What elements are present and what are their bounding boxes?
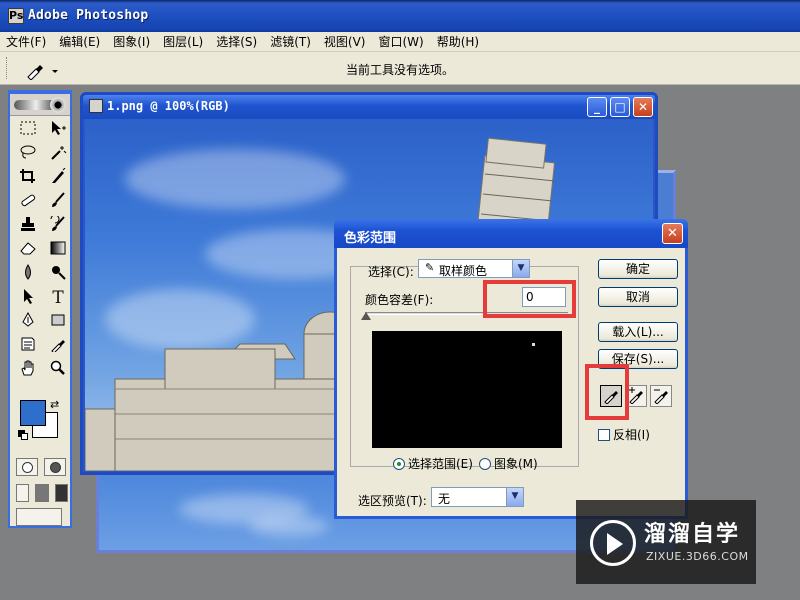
select-dropdown[interactable]: ✎ 取样颜色 ▼	[418, 259, 530, 278]
eye-icon	[50, 97, 66, 113]
brush-tool-icon[interactable]	[46, 192, 70, 213]
selection-preview-dropdown[interactable]: 无 ▼	[431, 487, 524, 507]
radio-selection-indicator	[393, 458, 405, 470]
maximize-button[interactable]: □	[610, 97, 630, 117]
magic-wand-tool-icon[interactable]	[46, 144, 70, 165]
close-button[interactable]: ✕	[633, 97, 653, 117]
zoom-tool-icon[interactable]	[46, 360, 70, 381]
lasso-tool-icon[interactable]	[16, 144, 40, 165]
menu-file[interactable]: 文件(F)	[6, 33, 46, 50]
eraser-tool-icon[interactable]	[16, 240, 40, 261]
menu-help[interactable]: 帮助(H)	[437, 33, 479, 50]
dialog-title-bar[interactable]: 色彩范围 ✕	[334, 219, 688, 248]
standard-screen-mode-button[interactable]	[16, 484, 30, 502]
photoshop-app-icon: Ps	[8, 8, 24, 24]
toolbox: T ⇄	[8, 90, 72, 528]
dodge-tool-icon[interactable]	[46, 264, 70, 285]
radio-selection[interactable]: 选择范围(E)	[393, 455, 473, 472]
full-screen-mode-button[interactable]	[54, 484, 68, 502]
toolbox-header[interactable]	[10, 94, 70, 116]
chevron-down-icon[interactable]: ▼	[512, 260, 529, 277]
preview-sample-point	[532, 343, 535, 346]
watermark-title: 溜溜自学	[644, 522, 741, 547]
fuzziness-label: 颜色容差(F):	[365, 293, 434, 307]
healing-brush-tool-icon[interactable]	[16, 192, 40, 213]
history-brush-tool-icon[interactable]	[46, 214, 70, 237]
invert-checkbox-label: 反相(I)	[613, 428, 650, 442]
clone-stamp-tool-icon[interactable]	[16, 216, 40, 237]
menu-window[interactable]: 窗口(W)	[378, 33, 423, 50]
selection-preview[interactable]	[372, 331, 562, 448]
marquee-tool-icon[interactable]	[16, 120, 40, 141]
selection-preview-value: 无	[438, 492, 451, 506]
menu-image[interactable]: 图象(I)	[113, 33, 150, 50]
rectangle-tool-icon[interactable]	[46, 312, 70, 333]
app-title: Adobe Photoshop	[28, 8, 149, 23]
invert-checkbox-box	[598, 429, 610, 441]
move-tool-icon[interactable]	[46, 120, 70, 141]
menu-select[interactable]: 选择(S)	[216, 33, 257, 50]
menu-edit[interactable]: 编辑(E)	[59, 33, 100, 50]
eyedropper-tool-icon[interactable]	[46, 336, 70, 357]
play-logo-icon	[590, 520, 636, 566]
path-selection-tool-icon[interactable]	[16, 288, 40, 309]
screen-mode-buttons	[16, 484, 68, 502]
select-label: 选择(C):	[368, 265, 414, 279]
chevron-down-icon[interactable]: ▼	[506, 488, 523, 506]
app-title-bar: Ps Adobe Photoshop	[0, 0, 800, 32]
crop-tool-icon[interactable]	[16, 168, 40, 189]
options-bar-message: 当前工具没有选项。	[345, 63, 454, 77]
foreground-color-swatch[interactable]	[20, 400, 46, 426]
pen-tool-icon[interactable]	[16, 311, 40, 333]
radio-image-indicator	[479, 458, 491, 470]
quick-mask-button[interactable]	[44, 458, 66, 476]
selection-preview-label: 选区预览(T):	[358, 494, 427, 508]
notes-tool-icon[interactable]	[16, 336, 40, 357]
jump-to-imageready-button[interactable]	[16, 508, 62, 526]
dialog-close-button[interactable]: ✕	[662, 223, 683, 244]
default-colors-icon[interactable]	[18, 430, 28, 440]
document-icon	[89, 99, 103, 113]
full-screen-menu-mode-button[interactable]	[35, 484, 49, 502]
gradient-tool-icon[interactable]	[46, 240, 70, 261]
menubar: 文件(F) 编辑(E) 图象(I) 图层(L) 选择(S) 滤镜(T) 视图(V…	[0, 32, 800, 52]
options-bar: 当前工具没有选项。	[0, 52, 800, 85]
dialog-title: 色彩范围	[344, 231, 397, 246]
eyedropper-icon: ✎	[425, 261, 435, 274]
menu-layer[interactable]: 图层(L)	[163, 33, 203, 50]
radio-selection-label: 选择范围(E)	[408, 457, 473, 471]
standard-mode-button[interactable]	[16, 458, 38, 476]
color-range-dialog: 色彩范围 ✕ 选择(C): ✎ 取样颜色 ▼ 颜色容差(F): 0 选择范围(E…	[334, 219, 688, 519]
radio-image[interactable]: 图象(M)	[479, 455, 538, 472]
document-title: 1.png @ 100%(RGB)	[107, 99, 230, 113]
ok-button[interactable]: 确定	[598, 259, 678, 279]
type-tool-icon[interactable]: T	[46, 288, 70, 309]
load-button[interactable]: 载入(L)...	[598, 322, 678, 342]
eyedropper-highlight-box	[585, 364, 629, 420]
hand-tool-icon[interactable]	[16, 360, 40, 381]
invert-checkbox[interactable]: 反相(I)	[598, 426, 650, 443]
fuzziness-highlight-box	[483, 280, 576, 318]
document-title-bar[interactable]: 1.png @ 100%(RGB) _ □ ✕	[83, 95, 655, 119]
fuzziness-slider-thumb[interactable]	[361, 312, 371, 320]
subtract-from-sample-eyedropper-icon[interactable]	[650, 385, 672, 407]
radio-image-label: 图象(M)	[494, 457, 538, 471]
cancel-button[interactable]: 取消	[598, 287, 678, 307]
select-dropdown-value: 取样颜色	[439, 264, 488, 278]
swap-colors-icon[interactable]: ⇄	[50, 398, 59, 411]
menu-filter[interactable]: 滤镜(T)	[270, 33, 311, 50]
minimize-button[interactable]: _	[587, 97, 607, 117]
mode-buttons	[16, 458, 68, 476]
watermark: 溜溜自学 ZIXUE.3D66.COM	[576, 500, 756, 584]
slice-tool-icon[interactable]	[46, 167, 70, 189]
jump-to-buttons	[16, 508, 68, 526]
watermark-subtitle: ZIXUE.3D66.COM	[646, 550, 749, 563]
menu-view[interactable]: 视图(V)	[324, 33, 366, 50]
blur-tool-icon[interactable]	[16, 264, 40, 285]
